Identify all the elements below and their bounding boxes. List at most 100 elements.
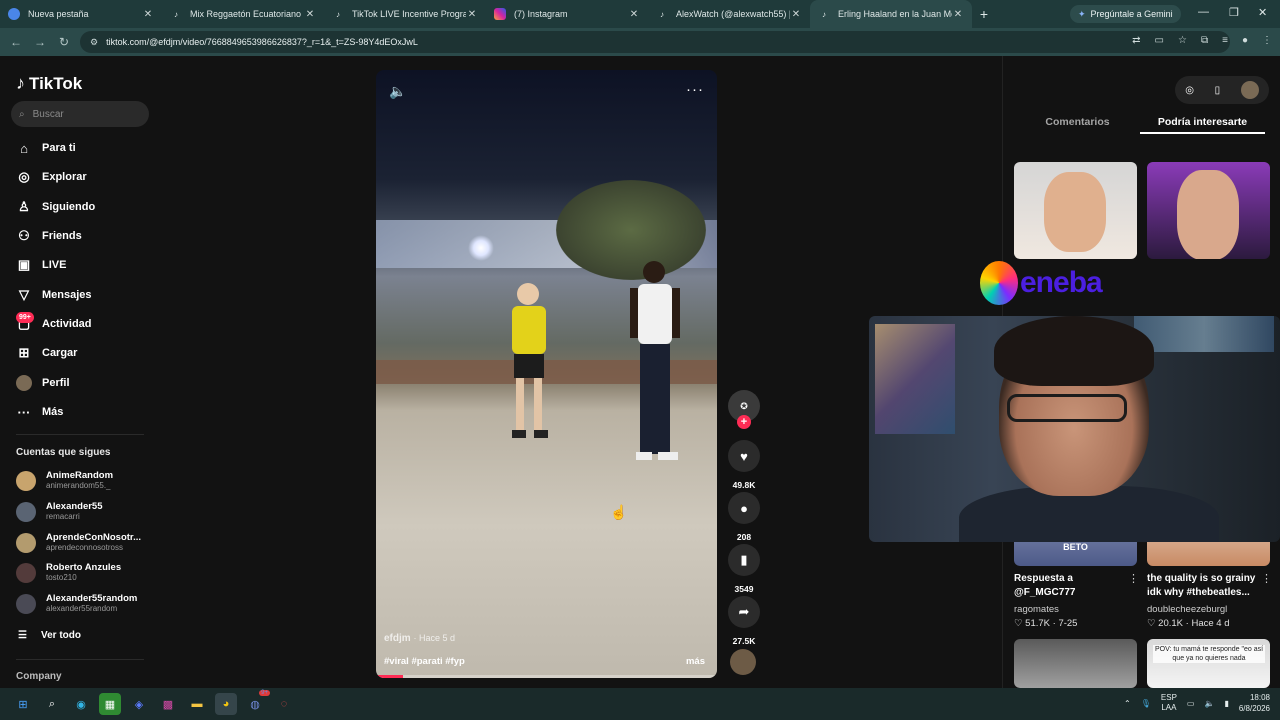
close-icon[interactable]: ✕ <box>628 9 640 20</box>
following-item[interactable]: AprendeConNosotr... aprendeconnosotross <box>16 532 141 553</box>
music-disc-avatar[interactable] <box>730 649 756 675</box>
tab-tiktok-live[interactable]: ♪ TikTok LIVE Incentive Program ✕ <box>324 0 486 28</box>
language-indicator[interactable]: ESP LAA <box>1161 693 1177 713</box>
close-icon[interactable]: ✕ <box>952 9 964 20</box>
volume-icon[interactable]: 🔈 <box>389 83 406 100</box>
search-icon[interactable]: ⌕ <box>41 693 63 715</box>
edge-icon[interactable]: ◉ <box>70 693 92 715</box>
close-icon[interactable]: ✕ <box>790 9 802 20</box>
cast-icon[interactable]: ▭ <box>1155 35 1164 46</box>
follow-plus-button[interactable]: + <box>737 415 751 429</box>
chrome-icon[interactable]: ◕ <box>215 693 237 715</box>
nav-siguiendo[interactable]: ♙ Siguiendo <box>16 199 95 215</box>
back-icon[interactable]: ← <box>4 35 28 49</box>
tiktok-logo[interactable]: ♪ TikTok <box>16 73 82 94</box>
mic-icon[interactable]: 🎙 <box>1141 699 1151 708</box>
tab-nueva-pestana[interactable]: Nueva pestaña ✕ <box>0 0 162 28</box>
following-item[interactable]: AnimeRandom animerandom55._ <box>16 470 113 491</box>
heart-outline-icon: ♡ <box>1014 618 1023 629</box>
kebab-icon[interactable]: ⋮ <box>1128 572 1139 585</box>
video-hashtags[interactable]: #viral #parati #fyp <box>384 656 465 667</box>
app-icon[interactable]: ▩ <box>157 693 179 715</box>
sidebar: ♪ TikTok ⌕ Buscar ⌂ Para ti ◎ Explorar ♙… <box>0 56 160 688</box>
network-icon[interactable]: ▭ <box>1187 699 1195 708</box>
following-item[interactable]: Roberto Anzules tosto210 <box>16 562 121 583</box>
compass-icon[interactable]: ◎ <box>1185 85 1194 96</box>
window-close-icon[interactable]: ✕ <box>1258 6 1267 19</box>
close-icon[interactable]: ✕ <box>304 9 316 20</box>
video-progress-fill <box>376 675 404 678</box>
tab-comentarios[interactable]: Comentarios <box>1015 114 1140 134</box>
tab-alexwatch[interactable]: ♪ AlexWatch (@alexwatch55) | Ti ✕ <box>648 0 810 28</box>
video-progress-bar[interactable] <box>376 675 717 678</box>
tab-mix-reggaeton[interactable]: ♪ Mix Reggaetón Ecuatoriano - D ✕ <box>162 0 324 28</box>
video-thumbnail[interactable] <box>1014 639 1137 688</box>
share-button[interactable]: ➦ 27.5K <box>727 596 761 646</box>
nav-friends[interactable]: ⚇ Friends <box>16 228 82 244</box>
reload-icon[interactable]: ↻ <box>52 35 76 49</box>
volume-icon[interactable]: 🔈 <box>1204 699 1214 708</box>
video-thumbnail[interactable]: POV: tu mamá te responde "eo así que ya … <box>1147 639 1270 688</box>
avatar[interactable] <box>1240 81 1259 99</box>
friends-icon: ⚇ <box>18 228 30 243</box>
more-options-icon[interactable]: ··· <box>686 81 704 98</box>
tab-erling-haaland[interactable]: ♪ Erling Haaland en la Juan Mont ✕ <box>810 0 972 28</box>
menu-icon[interactable]: ⋮ <box>1262 35 1272 46</box>
card-user[interactable]: ragomates <box>1014 604 1059 615</box>
tab-podria-interesarte[interactable]: Podría interesarte <box>1140 114 1265 134</box>
company-link[interactable]: Company <box>16 671 62 682</box>
eneba-logo-overlay: eneba <box>980 254 1142 312</box>
extensions-icon[interactable]: ⧉ <box>1201 35 1208 46</box>
discord-icon[interactable]: ◍ 9+ <box>244 690 270 715</box>
see-all-button[interactable]: ☰ Ver todo <box>18 630 81 641</box>
app-icon[interactable]: ◌ <box>273 693 295 715</box>
close-icon[interactable]: ✕ <box>466 9 478 20</box>
video-thumbnail[interactable] <box>1147 162 1270 259</box>
maximize-icon[interactable]: ❐ <box>1229 6 1239 19</box>
translate-icon[interactable]: ⇄ <box>1132 35 1140 46</box>
like-button[interactable]: ♥ 49.8K <box>727 440 761 490</box>
gemini-button[interactable]: ✦ Pregúntale a Gemini <box>1070 5 1181 23</box>
device-icon[interactable]: ▯ <box>1215 85 1221 96</box>
windows-start-icon[interactable]: ⊞ <box>12 693 34 715</box>
app-icon[interactable]: ◈ <box>128 693 150 715</box>
nav-para-ti[interactable]: ⌂ Para ti <box>16 140 76 156</box>
save-button[interactable]: ▮ 3549 <box>727 544 761 594</box>
card-user[interactable]: doublecheezeburgl <box>1147 604 1227 615</box>
battery-icon[interactable]: ▮ <box>1224 699 1228 708</box>
card-title[interactable]: the quality is so grainy idk why #thebea… <box>1147 572 1257 600</box>
minimize-icon[interactable]: — <box>1198 6 1209 18</box>
kebab-icon[interactable]: ⋮ <box>1261 572 1272 585</box>
bookmark-star-icon[interactable]: ☆ <box>1178 35 1187 46</box>
profile-icon[interactable]: ● <box>1242 35 1248 46</box>
avatar <box>16 532 36 553</box>
nav-cargar[interactable]: ⊞ Cargar <box>16 345 78 361</box>
video-player[interactable]: 🔈 ··· efdjm · Hace 5 d #viral #parati #f… <box>376 70 717 678</box>
minecraft-icon[interactable]: ▦ <box>99 693 121 715</box>
file-explorer-icon[interactable]: ▬ <box>186 693 208 715</box>
forward-icon[interactable]: → <box>28 35 52 49</box>
nav-live[interactable]: ▣ LIVE <box>16 257 67 273</box>
card-title[interactable]: Respuesta a @F_MGC777 <box>1014 572 1124 600</box>
divider <box>16 434 144 435</box>
video-more-link[interactable]: más <box>686 656 705 667</box>
site-info-icon[interactable]: ⚙ <box>90 37 98 48</box>
nav-mensajes[interactable]: ▽ Mensajes <box>16 287 92 303</box>
following-item[interactable]: Alexander55random alexander55random <box>16 593 137 614</box>
tab-instagram[interactable]: (7) Instagram ✕ <box>486 0 648 28</box>
nav-explorar[interactable]: ◎ Explorar <box>16 169 86 185</box>
profile-avatar <box>16 375 32 391</box>
url-input[interactable]: ⚙ tiktok.com/@efdjm/video/76688496539866… <box>80 31 1230 53</box>
nav-mas[interactable]: ··· Más <box>16 404 64 420</box>
clock[interactable]: 18:08 6/8/2026 <box>1239 692 1270 714</box>
comment-button[interactable]: ● 208 <box>727 492 761 542</box>
close-icon[interactable]: ✕ <box>142 9 154 20</box>
nav-perfil[interactable]: Perfil <box>16 375 70 391</box>
following-item[interactable]: Alexander55 remacarri <box>16 501 103 522</box>
new-tab-button[interactable]: + <box>972 6 996 22</box>
video-thumbnail[interactable] <box>1014 162 1137 259</box>
video-author[interactable]: efdjm · Hace 5 d <box>384 633 455 644</box>
chevron-up-icon[interactable]: ⌃ <box>1124 699 1131 708</box>
search-input[interactable]: ⌕ Buscar <box>11 101 149 127</box>
media-icon[interactable]: ≡ <box>1222 35 1228 46</box>
